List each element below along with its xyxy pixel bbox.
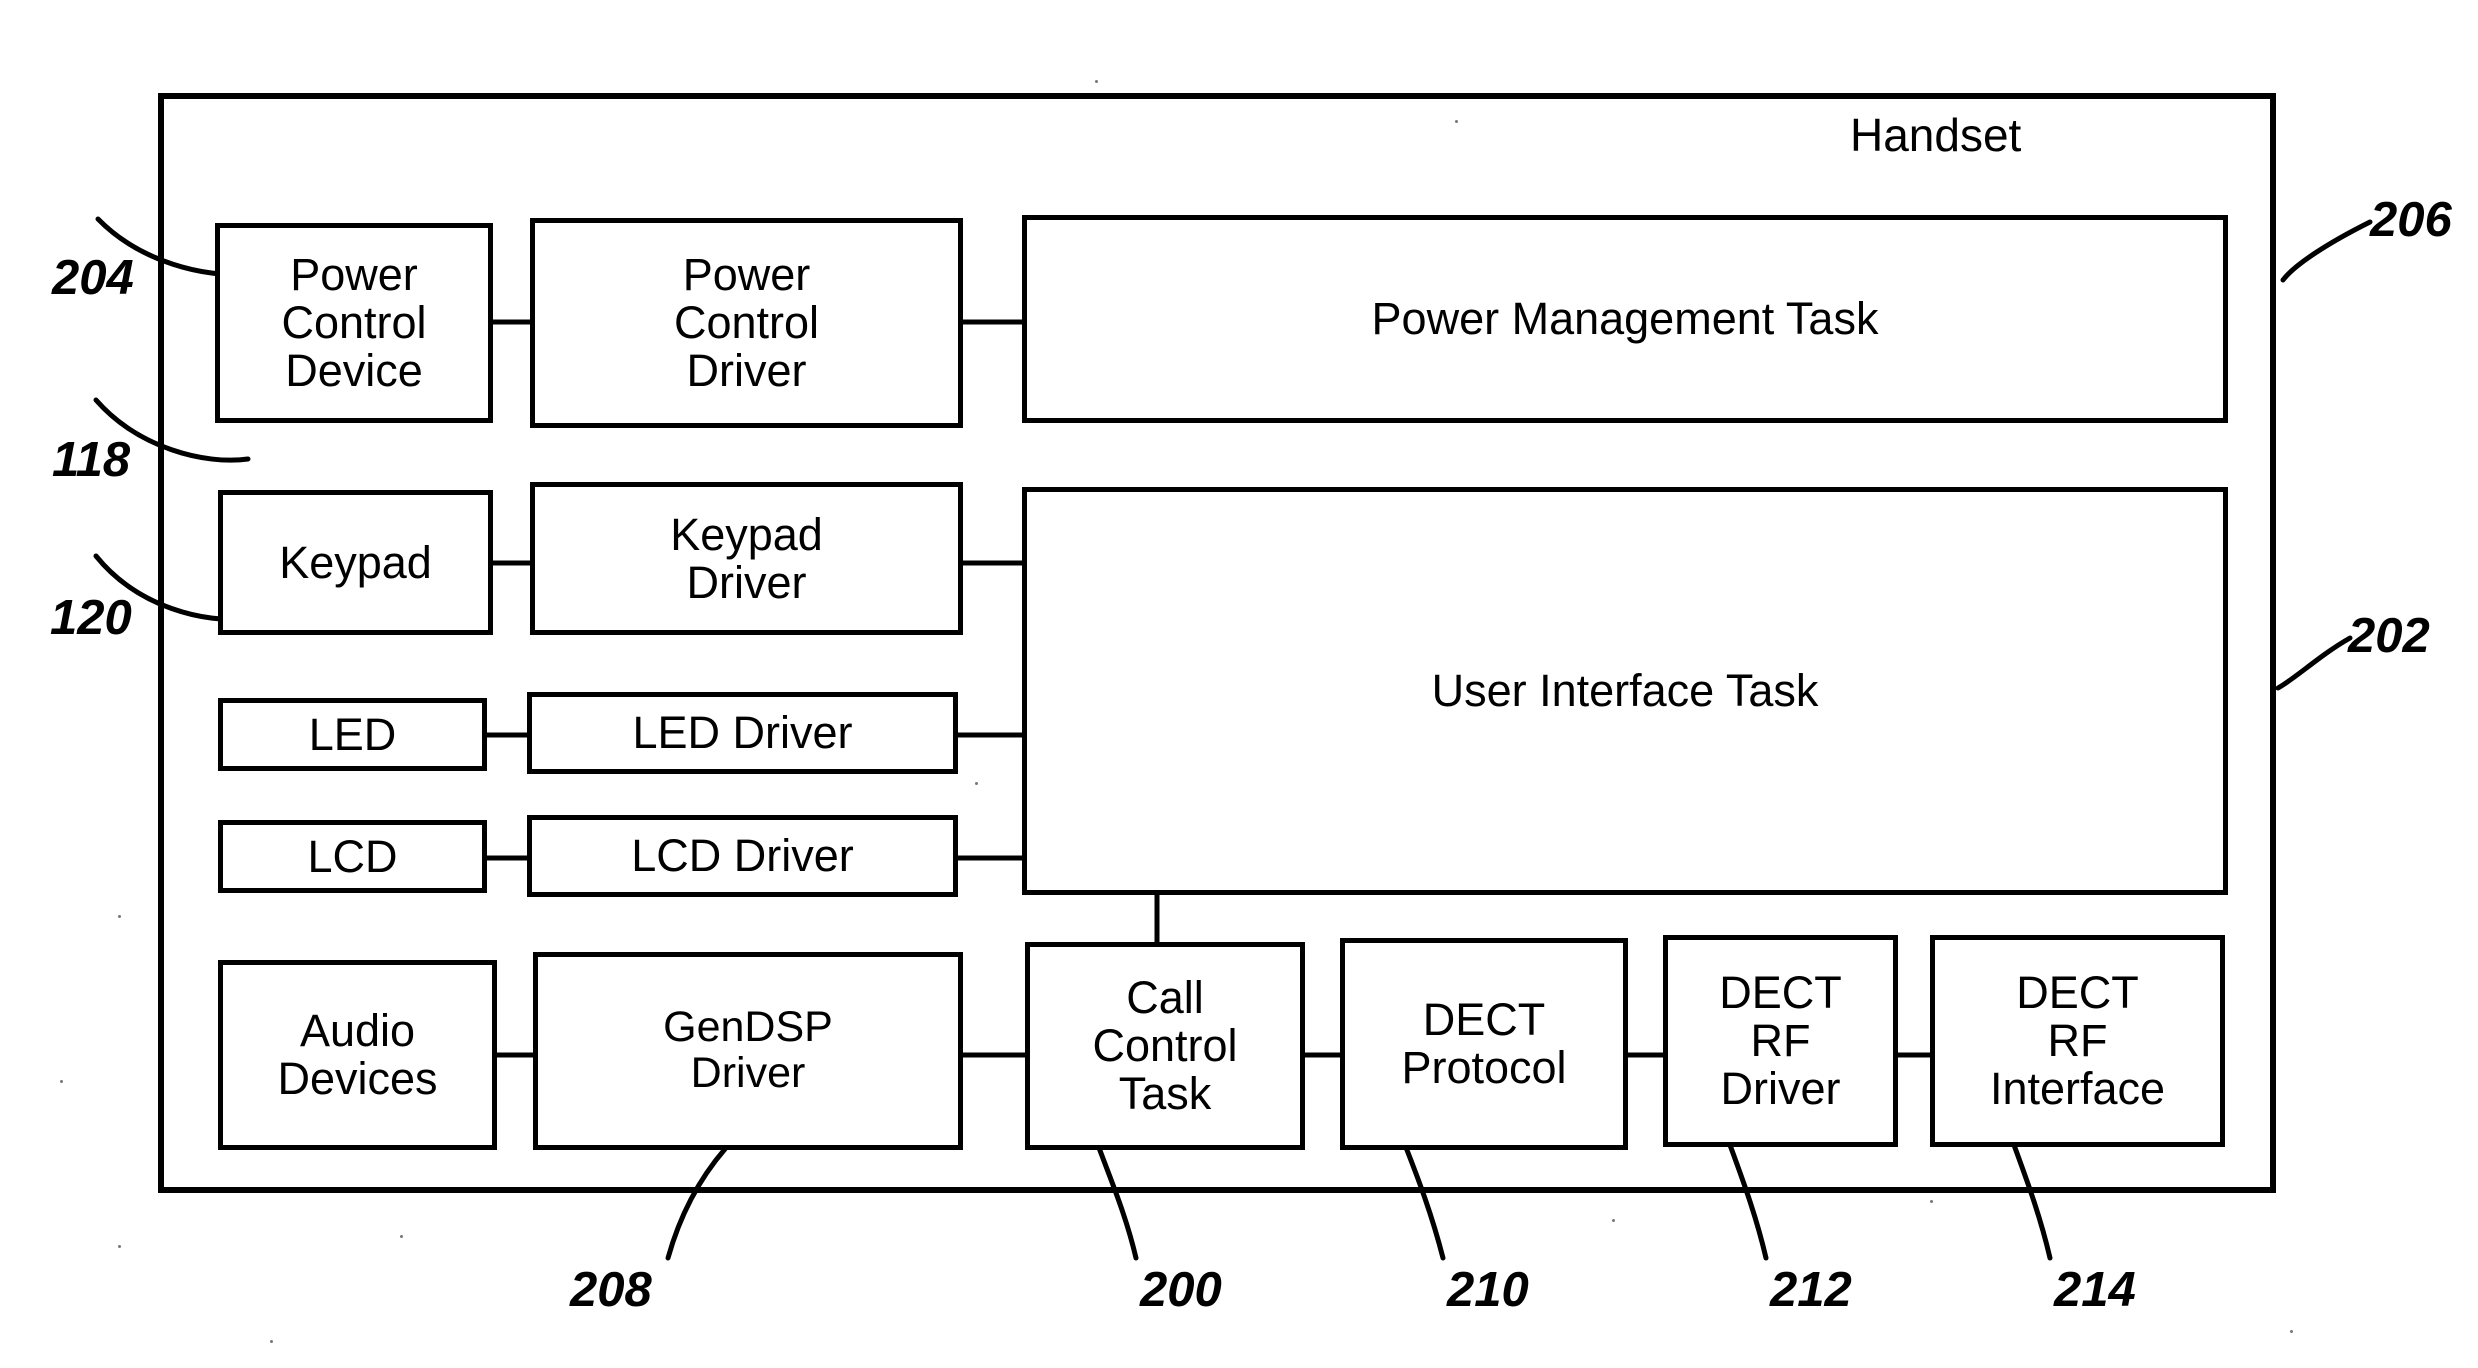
ref-numeral-214: 214 [2054, 1263, 2136, 1317]
scan-speckle [270, 1340, 273, 1343]
leader-202 [2275, 635, 2353, 691]
block-power-control-device[interactable]: Power Control Device [215, 223, 493, 423]
block-keypad-driver[interactable]: Keypad Driver [530, 482, 963, 635]
ref-numeral-206: 206 [2370, 193, 2452, 247]
scan-speckle [118, 915, 121, 918]
figure-canvas: Handset Power Control Device Power Contr… [0, 0, 2478, 1368]
ref-numeral-208: 208 [570, 1263, 652, 1317]
scan-speckle [975, 782, 978, 785]
scan-speckle [1612, 1219, 1615, 1222]
block-keypad[interactable]: Keypad [218, 490, 493, 635]
block-gendsp-driver[interactable]: GenDSP Driver [533, 952, 963, 1150]
block-led[interactable]: LED [218, 698, 487, 771]
block-power-control-driver[interactable]: Power Control Driver [530, 218, 963, 428]
scan-speckle [1095, 80, 1098, 83]
ref-numeral-204: 204 [52, 251, 134, 305]
block-led-driver[interactable]: LED Driver [527, 692, 958, 774]
scan-speckle [1455, 120, 1458, 123]
block-lcd[interactable]: LCD [218, 820, 487, 893]
block-dect-rf-driver[interactable]: DECT RF Driver [1663, 935, 1898, 1147]
scan-speckle [2290, 1330, 2293, 1333]
leader-206 [2280, 219, 2373, 283]
block-dect-protocol[interactable]: DECT Protocol [1340, 938, 1628, 1150]
block-call-control-task[interactable]: Call Control Task [1025, 942, 1305, 1150]
scan-speckle [400, 1235, 403, 1238]
ref-numeral-200: 200 [1140, 1263, 1222, 1317]
ref-numeral-202: 202 [2348, 609, 2430, 663]
scan-speckle [1930, 1200, 1933, 1203]
ref-numeral-120: 120 [50, 591, 132, 645]
ref-numeral-210: 210 [1447, 1263, 1529, 1317]
block-audio-devices[interactable]: Audio Devices [218, 960, 497, 1150]
handset-title: Handset [1850, 109, 2022, 161]
ref-numeral-212: 212 [1770, 1263, 1852, 1317]
block-user-interface-task[interactable]: User Interface Task [1022, 487, 2228, 895]
block-dect-rf-interface[interactable]: DECT RF Interface [1930, 935, 2225, 1147]
block-power-management-task[interactable]: Power Management Task [1022, 215, 2228, 423]
scan-speckle [118, 1245, 121, 1248]
scan-speckle [60, 1080, 63, 1083]
block-lcd-driver[interactable]: LCD Driver [527, 815, 958, 897]
ref-numeral-118: 118 [52, 433, 131, 487]
